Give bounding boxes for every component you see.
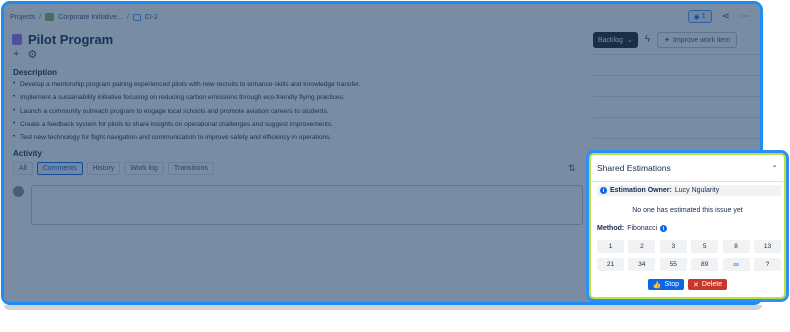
details-panel bbox=[593, 54, 760, 159]
tab-work-log[interactable]: Work log bbox=[124, 162, 164, 175]
breadcrumb: Projects / Corporate Initiative... / CI-… bbox=[10, 13, 158, 21]
owner-name: Lucy Ngularity bbox=[674, 187, 720, 194]
list-item: Implement a sustainability initiative fo… bbox=[13, 93, 583, 101]
tab-all[interactable]: All bbox=[13, 162, 33, 175]
estimation-owner-bar: i Estimation Owner: Lucy Ngularity bbox=[597, 185, 781, 196]
sparkle-icon: ✦ bbox=[664, 37, 670, 44]
description-list[interactable]: Develop a mentorship program pairing exp… bbox=[13, 80, 583, 141]
tab-transitions[interactable]: Transitions bbox=[167, 162, 214, 175]
breadcrumb-separator: / bbox=[39, 13, 42, 21]
list-item: Test new technology for flight navigatio… bbox=[13, 133, 583, 141]
estimate-card-unknown[interactable]: ? bbox=[753, 258, 781, 271]
title-row: Pilot Program bbox=[12, 32, 113, 47]
settings-icon[interactable]: ⚙ bbox=[27, 48, 37, 61]
estimation-cards: 1 2 3 5 8 13 21 34 55 89 ∞ ? bbox=[597, 240, 781, 271]
description-section: Description Develop a mentorship program… bbox=[13, 68, 583, 147]
estimate-card-infinity[interactable]: ∞ bbox=[722, 258, 750, 271]
divider bbox=[592, 181, 783, 182]
breadcrumb-issue-key[interactable]: CI-2 bbox=[145, 14, 158, 21]
project-icon bbox=[45, 13, 55, 21]
close-icon: ✕ bbox=[693, 281, 699, 289]
list-item: Launch a community outreach program to e… bbox=[13, 107, 583, 115]
plus-icon[interactable]: + bbox=[13, 48, 19, 61]
watch-count: 1 bbox=[701, 13, 706, 20]
info-icon: i bbox=[600, 187, 607, 194]
estimate-card-3[interactable]: 3 bbox=[659, 240, 687, 253]
estimate-card-55[interactable]: 55 bbox=[659, 258, 687, 271]
estimate-card-13[interactable]: 13 bbox=[753, 240, 781, 253]
comment-area bbox=[13, 185, 588, 225]
improve-work-item-button[interactable]: ✦ Improve work item bbox=[657, 32, 738, 48]
status-dropdown[interactable]: Backlog ⌄ bbox=[593, 32, 638, 48]
estimate-card-21[interactable]: 21 bbox=[597, 258, 624, 271]
chevron-up-icon[interactable]: ⌃ bbox=[771, 164, 778, 173]
top-actions: ◉ 1 ⋖ ⋯ bbox=[687, 10, 750, 23]
sort-icon[interactable]: ⇅ bbox=[568, 163, 576, 174]
delete-label: Delete bbox=[701, 281, 723, 288]
tab-comments[interactable]: Comments bbox=[36, 162, 83, 175]
thumbs-up-icon: 👍 bbox=[652, 281, 662, 289]
panel-header: Shared Estimations ⌃ bbox=[597, 163, 778, 173]
estimate-card-8[interactable]: 8 bbox=[722, 240, 750, 253]
status-label: Backlog bbox=[598, 36, 623, 44]
delete-button[interactable]: ✕ Delete bbox=[688, 279, 728, 290]
improve-label: Improve work item bbox=[672, 36, 731, 44]
activity-section: Activity All Comments History Work log T… bbox=[13, 149, 588, 175]
method-label: Method: bbox=[597, 225, 625, 232]
page-title[interactable]: Pilot Program bbox=[28, 32, 113, 47]
chevron-down-icon: ⌄ bbox=[626, 37, 633, 44]
estimate-card-34[interactable]: 34 bbox=[628, 258, 656, 271]
more-icon[interactable]: ⋯ bbox=[740, 11, 750, 22]
window-shadow bbox=[4, 305, 762, 310]
estimate-card-5[interactable]: 5 bbox=[691, 240, 719, 253]
info-icon[interactable]: i bbox=[660, 225, 668, 232]
owner-label: Estimation Owner: bbox=[610, 187, 672, 194]
tab-history[interactable]: History bbox=[86, 162, 121, 175]
panel-title: Shared Estimations bbox=[597, 163, 671, 173]
stop-label: Stop bbox=[664, 281, 679, 288]
method-value: Fibonacci bbox=[627, 225, 658, 232]
breadcrumb-projects[interactable]: Projects bbox=[10, 14, 35, 21]
list-item: Create a feedback system for pilots to s… bbox=[13, 120, 583, 128]
estimate-card-1[interactable]: 1 bbox=[597, 240, 624, 253]
avatar bbox=[13, 186, 24, 197]
stop-button[interactable]: 👍 Stop bbox=[647, 279, 684, 290]
activity-heading: Activity bbox=[13, 149, 42, 158]
shared-estimations-panel: Shared Estimations ⌃ i Estimation Owner:… bbox=[586, 150, 789, 302]
watch-button[interactable]: ◉ 1 bbox=[687, 10, 712, 23]
estimate-card-2[interactable]: 2 bbox=[628, 240, 656, 253]
panel-actions: 👍 Stop ✕ Delete bbox=[589, 279, 786, 290]
estimate-card-89[interactable]: 89 bbox=[691, 258, 719, 271]
list-item: Develop a mentorship program pairing exp… bbox=[13, 80, 583, 88]
empty-estimation-message: No one has estimated this issue yet bbox=[632, 207, 743, 214]
task-icon bbox=[132, 13, 141, 21]
breadcrumb-project[interactable]: Corporate Initiative... bbox=[58, 14, 123, 21]
activity-tabs: All Comments History Work log Transition… bbox=[13, 162, 588, 175]
eye-icon: ◉ bbox=[693, 13, 700, 21]
right-controls: Backlog ⌄ ϟ ✦ Improve work item bbox=[593, 32, 738, 48]
issue-type-icon bbox=[12, 34, 22, 45]
lightning-icon[interactable]: ϟ bbox=[645, 35, 650, 45]
estimation-method: Method: Fibonacci i bbox=[597, 225, 668, 232]
share-icon[interactable]: ⋖ bbox=[722, 11, 730, 22]
breadcrumb-separator: / bbox=[126, 13, 129, 21]
comment-input[interactable] bbox=[31, 185, 583, 225]
issue-tools: + ⚙ bbox=[13, 48, 37, 61]
description-heading: Description bbox=[13, 68, 58, 77]
